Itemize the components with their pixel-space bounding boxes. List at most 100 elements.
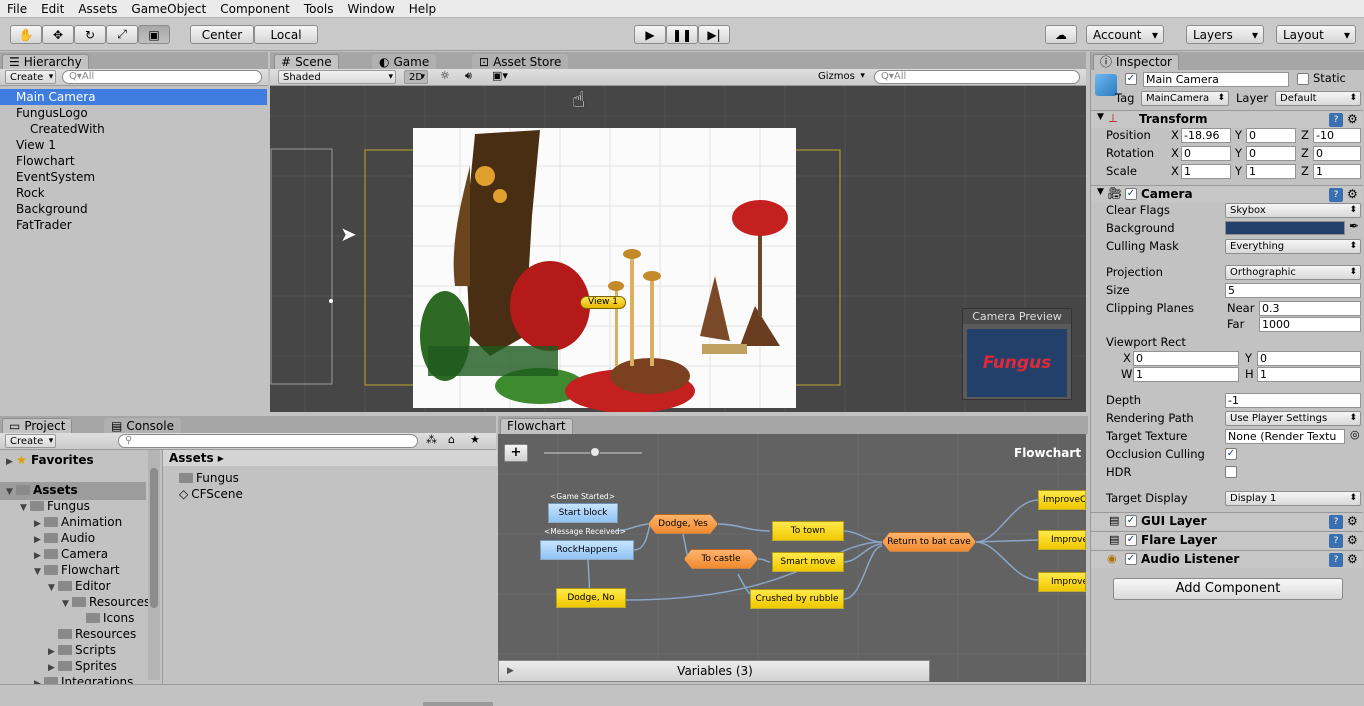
object-name-field[interactable]: Main Camera (1143, 72, 1289, 87)
block-return-bat-cave[interactable]: Return to bat cave (882, 532, 976, 552)
far-field[interactable]: 1000 (1259, 317, 1361, 332)
block-to-town[interactable]: To town (772, 521, 844, 541)
viewport-h-field[interactable]: 1 (1257, 367, 1361, 382)
gear-icon[interactable]: ⚙ (1347, 187, 1358, 201)
tab-inspector[interactable]: ⓘ Inspector (1093, 54, 1179, 70)
object-picker-icon[interactable]: ◎ (1350, 428, 1360, 441)
block-to-castle[interactable]: To castle (684, 549, 758, 569)
menu-tools[interactable]: Tools (297, 0, 341, 17)
scale-y-field[interactable]: 1 (1246, 164, 1296, 179)
filter-type-icon[interactable]: ⁂ (426, 433, 437, 446)
view-label[interactable]: View 1 (580, 296, 626, 309)
position-x-field[interactable]: -18.96 (1181, 128, 1231, 143)
pause-button-icon[interactable]: ❚❚ (666, 25, 698, 44)
effects-icon[interactable]: ▣▾ (492, 69, 508, 82)
flare-layer-checkbox[interactable]: ✓ (1125, 534, 1137, 546)
help-book-icon[interactable]: ? (1329, 515, 1343, 529)
play-button-icon[interactable]: ▶ (634, 25, 666, 44)
scale-x-field[interactable]: 1 (1181, 164, 1231, 179)
tag-dropdown[interactable]: MainCamera (1141, 91, 1229, 106)
filter-label-icon[interactable]: ⌂ (448, 433, 455, 446)
tree-item[interactable]: Icons (86, 610, 134, 626)
menu-window[interactable]: Window (340, 0, 401, 17)
gear-icon[interactable]: ⚙ (1347, 112, 1358, 126)
2d-toggle[interactable]: 2D (404, 70, 429, 84)
position-y-field[interactable]: 0 (1246, 128, 1296, 143)
hierarchy-item[interactable]: FungusLogo (0, 105, 267, 121)
breadcrumb[interactable]: Assets ▸ (163, 450, 497, 466)
layer-dropdown[interactable]: Default (1275, 91, 1361, 106)
eyedropper-icon[interactable]: ✒ (1349, 219, 1359, 233)
block-dodge-yes[interactable]: Dodge, Yes (648, 514, 718, 534)
add-block-button[interactable]: + (504, 444, 528, 462)
gear-icon[interactable]: ⚙ (1347, 514, 1358, 528)
variables-panel[interactable]: ▶ Variables (3) (498, 660, 930, 682)
gear-icon[interactable]: ⚙ (1347, 533, 1358, 547)
favorites-item[interactable]: ▶ ★ Favorites (6, 452, 94, 470)
menu-gameobject[interactable]: GameObject (124, 0, 213, 17)
collapse-arrow-icon[interactable]: ▼ (1097, 187, 1104, 197)
block-smart-move[interactable]: Smart move (772, 552, 844, 572)
menu-edit[interactable]: Edit (34, 0, 71, 17)
gear-icon[interactable]: ⚙ (1347, 552, 1358, 566)
tab-project[interactable]: ▭ Project (2, 418, 73, 434)
tree-item[interactable]: Resources (58, 626, 136, 642)
layers-dropdown[interactable]: Layers ▾ (1186, 25, 1264, 44)
menu-assets[interactable]: Assets (71, 0, 124, 17)
file-item[interactable]: Fungus (179, 470, 239, 486)
menu-component[interactable]: Component (213, 0, 297, 17)
tab-console[interactable]: ▤ Console (104, 418, 181, 434)
block-improve-2[interactable]: Improve (1038, 530, 1086, 550)
viewport-w-field[interactable]: 1 (1133, 367, 1239, 382)
step-button-icon[interactable]: ▶| (698, 25, 730, 44)
tab-asset-store[interactable]: ⊡ Asset Store (472, 54, 569, 70)
help-book-icon[interactable]: ? (1329, 188, 1343, 202)
add-component-button[interactable]: Add Component (1113, 578, 1343, 600)
menu-help[interactable]: Help (402, 0, 443, 17)
hierarchy-create-dropdown[interactable]: Create (5, 70, 57, 84)
icon-size-slider[interactable] (423, 702, 493, 706)
clear-flags-dropdown[interactable]: Skybox (1225, 203, 1361, 218)
position-z-field[interactable]: -10 (1313, 128, 1361, 143)
block-crushed[interactable]: Crushed by rubble (750, 589, 844, 609)
file-item[interactable]: ◇ CFScene (179, 486, 243, 502)
pivot-local-button[interactable]: Local (254, 25, 318, 44)
audio-listener-checkbox[interactable]: ✓ (1125, 553, 1137, 565)
hierarchy-item-main-camera[interactable]: Main Camera (0, 89, 267, 105)
gui-layer-checkbox[interactable]: ✓ (1125, 515, 1137, 527)
pivot-center-button[interactable]: Center (190, 25, 254, 44)
account-dropdown[interactable]: Account ▾ (1086, 25, 1164, 44)
culling-mask-dropdown[interactable]: Everything (1225, 239, 1361, 254)
hierarchy-item[interactable]: View 1 (0, 137, 267, 153)
gizmos-dropdown[interactable]: Gizmos (814, 70, 867, 84)
scale-z-field[interactable]: 1 (1313, 164, 1361, 179)
rotation-z-field[interactable]: 0 (1313, 146, 1361, 161)
move-tool-icon[interactable]: ✥ (42, 25, 74, 44)
block-rock-happens[interactable]: RockHappens (540, 540, 634, 560)
projection-dropdown[interactable]: Orthographic (1225, 265, 1361, 280)
static-checkbox[interactable] (1297, 73, 1309, 85)
favorite-star-icon[interactable]: ★ (470, 433, 480, 446)
collapse-arrow-icon[interactable]: ▼ (1097, 112, 1104, 122)
help-book-icon[interactable]: ? (1329, 534, 1343, 548)
hierarchy-item[interactable]: Background (0, 201, 267, 217)
hierarchy-item[interactable]: CreatedWith (0, 121, 267, 137)
flowchart-canvas[interactable]: + Flowchart <Game Started> <Message Rece… (498, 434, 1086, 682)
scene-search-input[interactable]: Q▾All (874, 70, 1080, 84)
project-create-dropdown[interactable]: Create (5, 434, 57, 448)
occlusion-culling-checkbox[interactable]: ✓ (1225, 448, 1237, 460)
shading-dropdown[interactable]: Shaded (278, 70, 396, 84)
hierarchy-item[interactable]: Rock (0, 185, 267, 201)
tree-item[interactable]: ▶ Integrations (34, 674, 133, 684)
rotate-tool-icon[interactable]: ↻ (74, 25, 106, 44)
rendering-path-dropdown[interactable]: Use Player Settings (1225, 411, 1361, 426)
active-checkbox[interactable]: ✓ (1125, 73, 1137, 85)
scene-viewport[interactable]: View 1 Camera Preview Fungus ➤ (270, 86, 1086, 412)
audio-listener-header[interactable]: ◉ ✓ Audio Listener ? ⚙ (1091, 550, 1363, 568)
viewport-x-field[interactable]: 0 (1133, 351, 1239, 366)
cloud-icon[interactable]: ☁ (1045, 25, 1077, 44)
block-improve-1[interactable]: ImproveC (1038, 490, 1086, 510)
rotation-x-field[interactable]: 0 (1181, 146, 1231, 161)
project-search-input[interactable]: ⚲ (118, 434, 418, 448)
block-dodge-no[interactable]: Dodge, No (556, 588, 626, 608)
